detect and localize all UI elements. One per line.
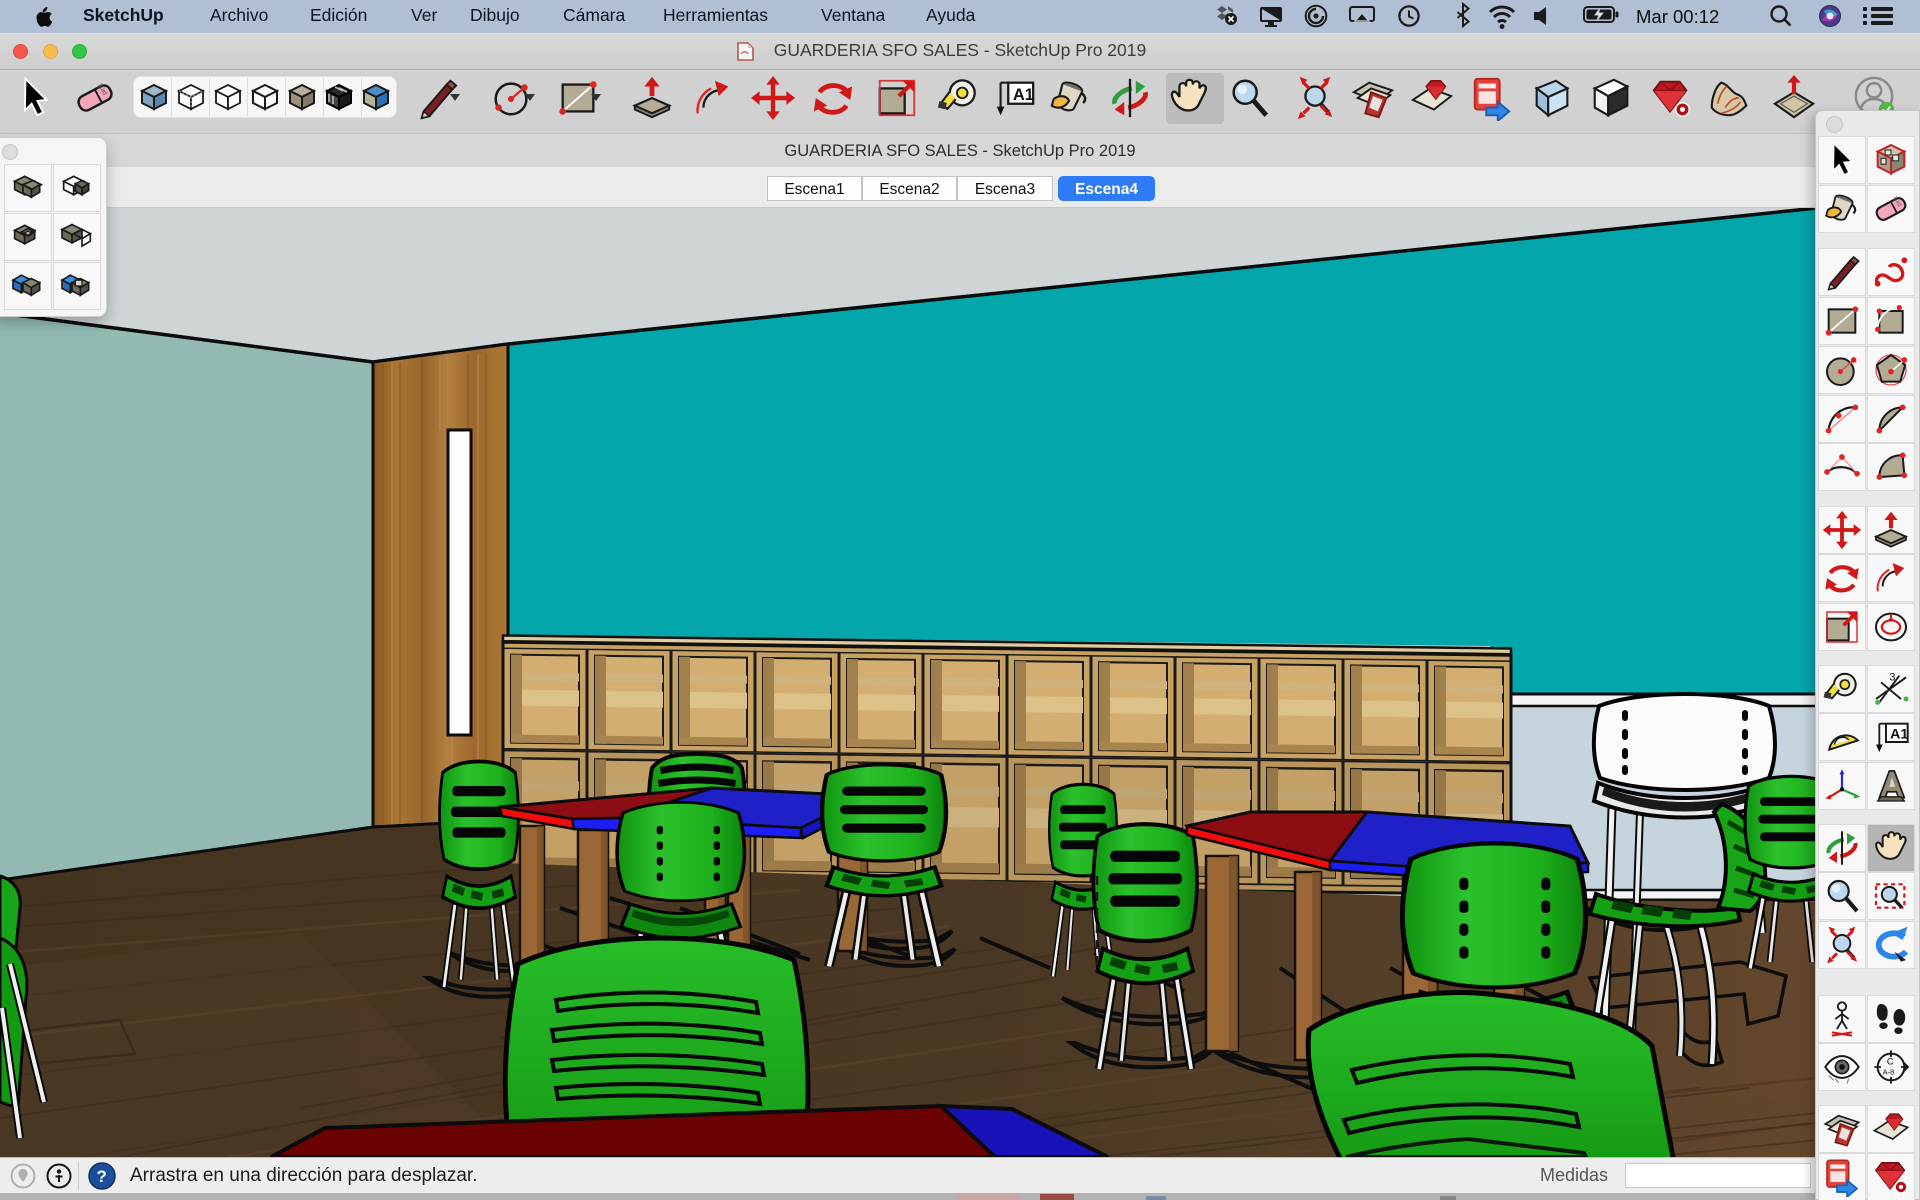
svg-text:?: ? xyxy=(97,1167,107,1186)
svg-text:Mar 00:12: Mar 00:12 xyxy=(1636,6,1719,27)
